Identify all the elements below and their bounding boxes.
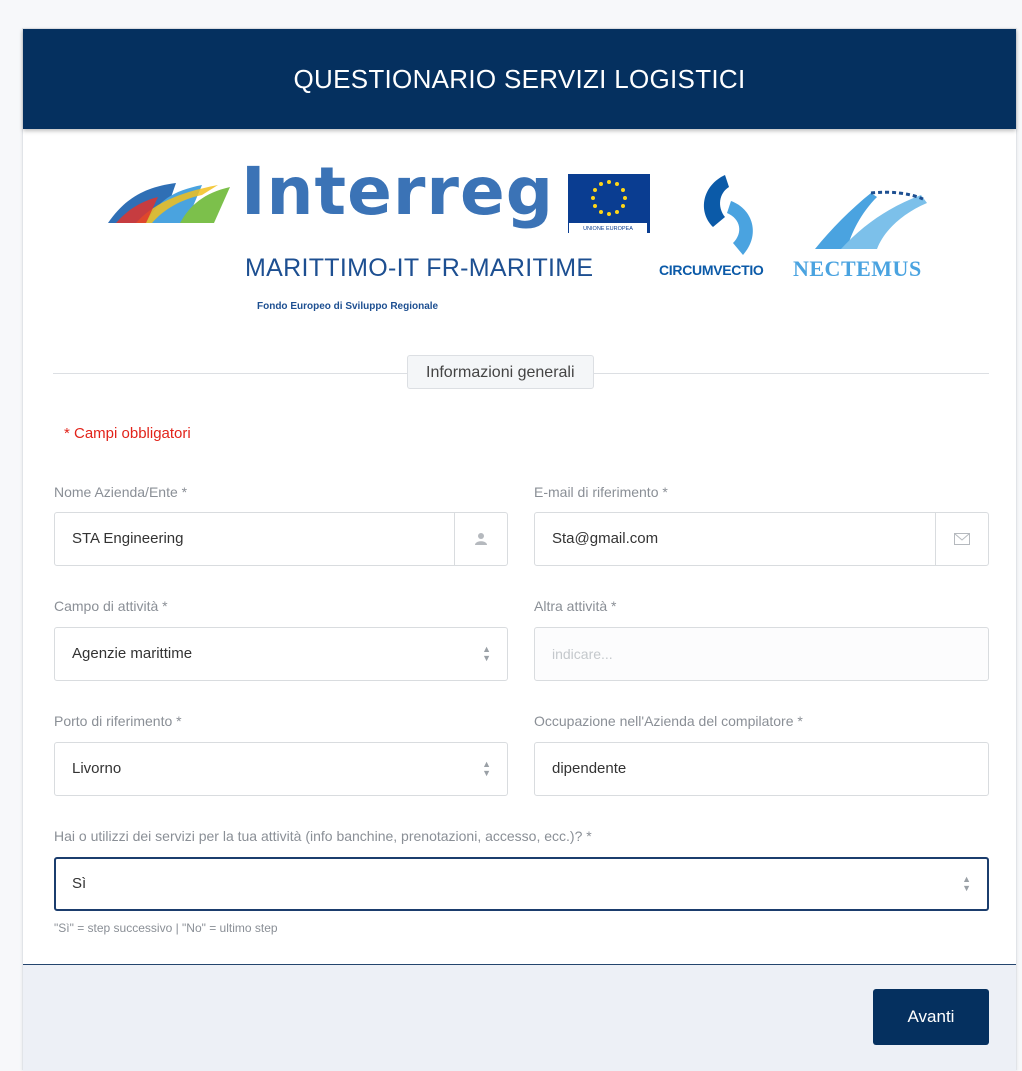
interreg-logo-text: Interreg	[241, 153, 554, 230]
services-label: Hai o utilizzi dei servizi per la tua at…	[54, 828, 592, 844]
services-select[interactable]: Sì ▲ ▼	[54, 857, 989, 911]
port-label: Porto di riferimento *	[54, 713, 182, 729]
eu-caption: UNIONE EUROPEA	[569, 223, 647, 235]
port-value: Livorno	[72, 760, 122, 777]
form-footer	[23, 964, 1016, 1071]
company-value: STA Engineering	[72, 530, 184, 547]
select-arrows-icon: ▲ ▼	[962, 874, 971, 893]
services-hint: "Sì" = step successivo | "No" = ultimo s…	[54, 921, 278, 935]
circumvectio-logo-icon	[703, 175, 753, 255]
email-label: E-mail di riferimento *	[534, 484, 668, 500]
circumvectio-logo-text: CIRCUMVECTIO	[659, 262, 764, 278]
other-activity-input[interactable]: indicare...	[534, 627, 989, 681]
nectemus-logo-text: NECTEMUS	[793, 256, 922, 281]
other-activity-label: Altra attività *	[534, 598, 617, 614]
services-value: Sì	[72, 875, 87, 892]
occupation-label: Occupazione nell'Azienda del compilatore…	[534, 713, 803, 729]
email-field[interactable]: Sta@gmail.com	[534, 512, 989, 566]
page-title: QUESTIONARIO SERVIZI LOGISTICI	[293, 63, 746, 94]
next-button[interactable]: Avanti	[873, 989, 989, 1045]
partner-logos: Interreg UNIONE EUROPEA MARITTIMO-IT FR-…	[23, 129, 1016, 349]
section-title: Informazioni generali	[407, 355, 594, 389]
nectemus-logo-icon	[815, 190, 927, 249]
questionnaire-card: QUESTIONARIO SERVIZI LOGISTICI Interreg …	[22, 28, 1017, 1071]
required-fields-note: * Campi obbligatori	[64, 425, 191, 442]
occupation-input[interactable]: dipendente	[534, 742, 989, 796]
occupation-value: dipendente	[552, 760, 627, 777]
select-arrows-icon: ▲ ▼	[482, 644, 491, 663]
select-arrows-icon: ▲ ▼	[482, 759, 491, 778]
email-value: Sta@gmail.com	[552, 530, 659, 547]
company-field[interactable]: STA Engineering	[54, 512, 508, 566]
envelope-icon	[935, 513, 988, 565]
interreg-swoosh-icon	[108, 183, 230, 223]
page-header: QUESTIONARIO SERVIZI LOGISTICI	[23, 29, 1016, 129]
activity-select[interactable]: Agenzie marittime ▲ ▼	[54, 627, 508, 681]
user-icon	[454, 513, 507, 565]
activity-label: Campo di attività *	[54, 598, 168, 614]
activity-value: Agenzie marittime	[72, 645, 193, 662]
company-label: Nome Azienda/Ente *	[54, 484, 188, 500]
port-select[interactable]: Livorno ▲ ▼	[54, 742, 508, 796]
fund-name: Fondo Europeo di Sviluppo Regionale	[257, 301, 439, 312]
program-name: MARITTIMO-IT FR-MARITIME	[245, 254, 594, 282]
other-activity-placeholder: indicare...	[552, 646, 613, 662]
